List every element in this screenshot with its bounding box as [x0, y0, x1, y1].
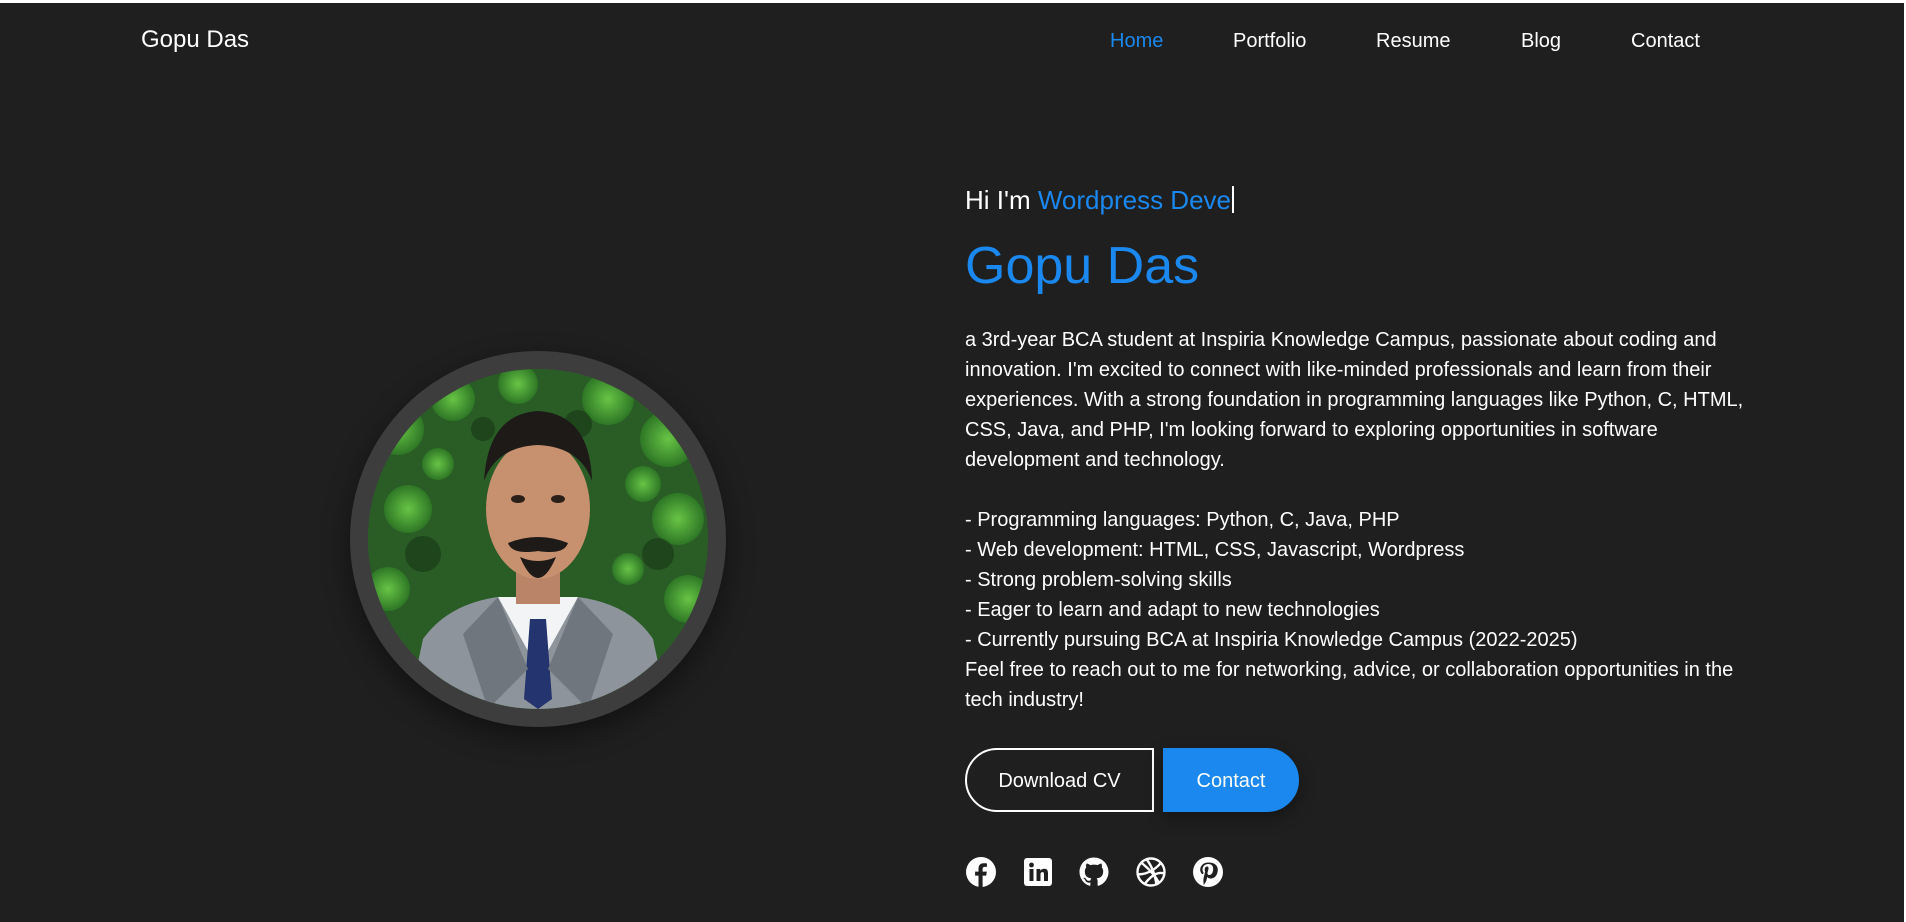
linkedin-icon[interactable]	[1022, 856, 1054, 888]
nav-resume[interactable]: Resume	[1376, 26, 1450, 56]
facebook-icon[interactable]	[965, 856, 997, 888]
bio-spacer	[965, 475, 1755, 505]
profile-avatar	[350, 351, 726, 727]
hero-name: Gopu Das	[965, 237, 1200, 295]
bio-paragraph: a 3rd-year BCA student at Inspiria Knowl…	[965, 329, 1744, 471]
brand-logo[interactable]: Gopu Das	[141, 23, 249, 57]
nav-portfolio[interactable]: Portfolio	[1233, 26, 1306, 56]
dribbble-icon[interactable]	[1135, 856, 1167, 888]
page: Gopu Das Home Portfolio Resume Blog Cont…	[0, 3, 1904, 922]
nav-home[interactable]: Home	[1110, 26, 1163, 56]
greeting-text: Hi I'm	[965, 185, 1031, 215]
pinterest-icon[interactable]	[1192, 856, 1224, 888]
github-icon[interactable]	[1078, 856, 1110, 888]
nav-blog[interactable]: Blog	[1521, 26, 1561, 56]
closing-text: Feel free to reach out to me for network…	[965, 659, 1734, 711]
nav-contact[interactable]: Contact	[1631, 26, 1700, 56]
skill-item: - Eager to learn and adapt to new techno…	[965, 599, 1380, 621]
skill-item: - Strong problem-solving skills	[965, 569, 1232, 591]
hero-intro: Hi I'm Wordpress Deve	[965, 182, 1235, 218]
typed-role-text: Wordpress Deve	[1037, 185, 1232, 215]
typing-caret	[1232, 186, 1235, 213]
contact-button[interactable]: Contact	[1163, 748, 1299, 812]
skill-item: - Currently pursuing BCA at Inspiria Kno…	[965, 629, 1578, 651]
navbar: Gopu Das Home Portfolio Resume Blog Cont…	[0, 3, 1904, 78]
profile-photo	[368, 369, 708, 709]
skill-item: - Programming languages: Python, C, Java…	[965, 509, 1400, 531]
hero-bio: a 3rd-year BCA student at Inspiria Knowl…	[965, 325, 1755, 715]
download-cv-button[interactable]: Download CV	[965, 748, 1154, 812]
skill-item: - Web development: HTML, CSS, Javascript…	[965, 539, 1465, 561]
